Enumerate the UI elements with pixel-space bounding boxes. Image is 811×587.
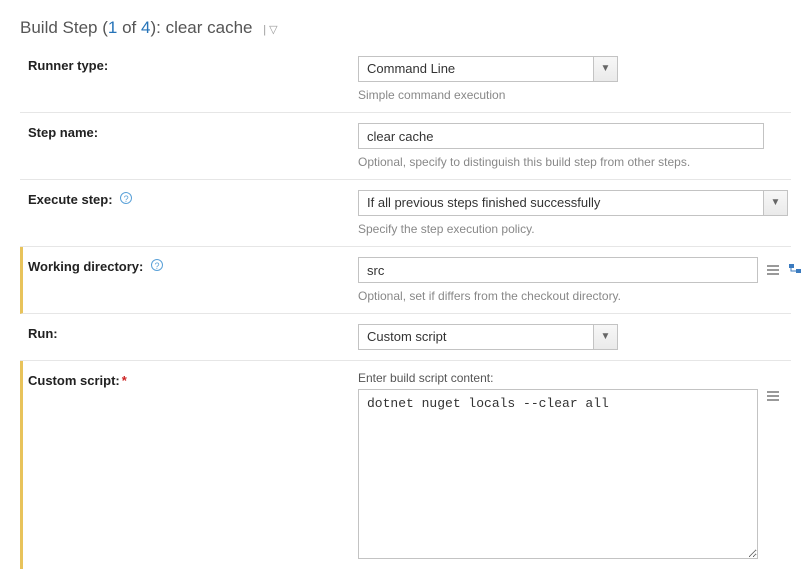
runner-type-label: Runner type: — [28, 56, 358, 73]
run-select[interactable]: Custom script ▼ — [358, 324, 618, 350]
chevron-down-icon: ▼ — [593, 57, 617, 81]
row-step-name: Step name: Optional, specify to distingu… — [20, 113, 791, 180]
row-execute-step: Execute step: ? If all previous steps fi… — [20, 180, 791, 247]
title-dropdown-icon[interactable]: | ▽ — [263, 24, 277, 36]
custom-script-label: Custom script: — [28, 373, 120, 388]
step-name-input[interactable] — [358, 123, 764, 149]
runner-type-value: Command Line — [367, 61, 455, 76]
row-custom-script: Custom script:* Enter build script conte… — [20, 361, 791, 569]
custom-script-above-hint: Enter build script content: — [358, 371, 791, 385]
required-icon: * — [122, 373, 127, 388]
execute-step-hint: Specify the step execution policy. — [358, 222, 791, 236]
runner-type-hint: Simple command execution — [358, 88, 791, 102]
row-run: Run: Custom script ▼ — [20, 314, 791, 361]
page-title: Build Step (1 of 4): clear cache | ▽ — [20, 18, 791, 38]
step-name-label: Step name: — [28, 123, 358, 140]
run-value: Custom script — [367, 329, 446, 344]
chevron-down-icon: ▼ — [763, 191, 787, 215]
step-title-name: clear cache — [166, 18, 253, 37]
step-current: 1 — [108, 18, 117, 37]
execute-step-value: If all previous steps finished successfu… — [367, 195, 600, 210]
title-of: of — [117, 18, 141, 37]
custom-script-textarea[interactable] — [358, 389, 758, 559]
working-directory-hint: Optional, set if differs from the checko… — [358, 289, 802, 303]
list-icon[interactable] — [766, 389, 780, 403]
title-prefix: Build Step ( — [20, 18, 108, 37]
help-icon[interactable]: ? — [151, 259, 163, 271]
tree-icon[interactable] — [788, 263, 802, 277]
step-name-hint: Optional, specify to distinguish this bu… — [358, 155, 791, 169]
runner-type-select[interactable]: Command Line ▼ — [358, 56, 618, 82]
working-directory-label: Working directory: — [28, 259, 143, 274]
row-runner-type: Runner type: Command Line ▼ Simple comma… — [20, 46, 791, 113]
execute-step-label: Execute step: — [28, 192, 113, 207]
title-suffix: ): — [150, 18, 165, 37]
list-icon[interactable] — [766, 263, 780, 277]
row-working-directory: Working directory: ? Optional, set if di… — [20, 247, 791, 314]
help-icon[interactable]: ? — [120, 192, 132, 204]
chevron-down-icon: ▼ — [593, 325, 617, 349]
working-directory-input[interactable] — [358, 257, 758, 283]
run-label: Run: — [28, 324, 358, 341]
execute-step-select[interactable]: If all previous steps finished successfu… — [358, 190, 788, 216]
